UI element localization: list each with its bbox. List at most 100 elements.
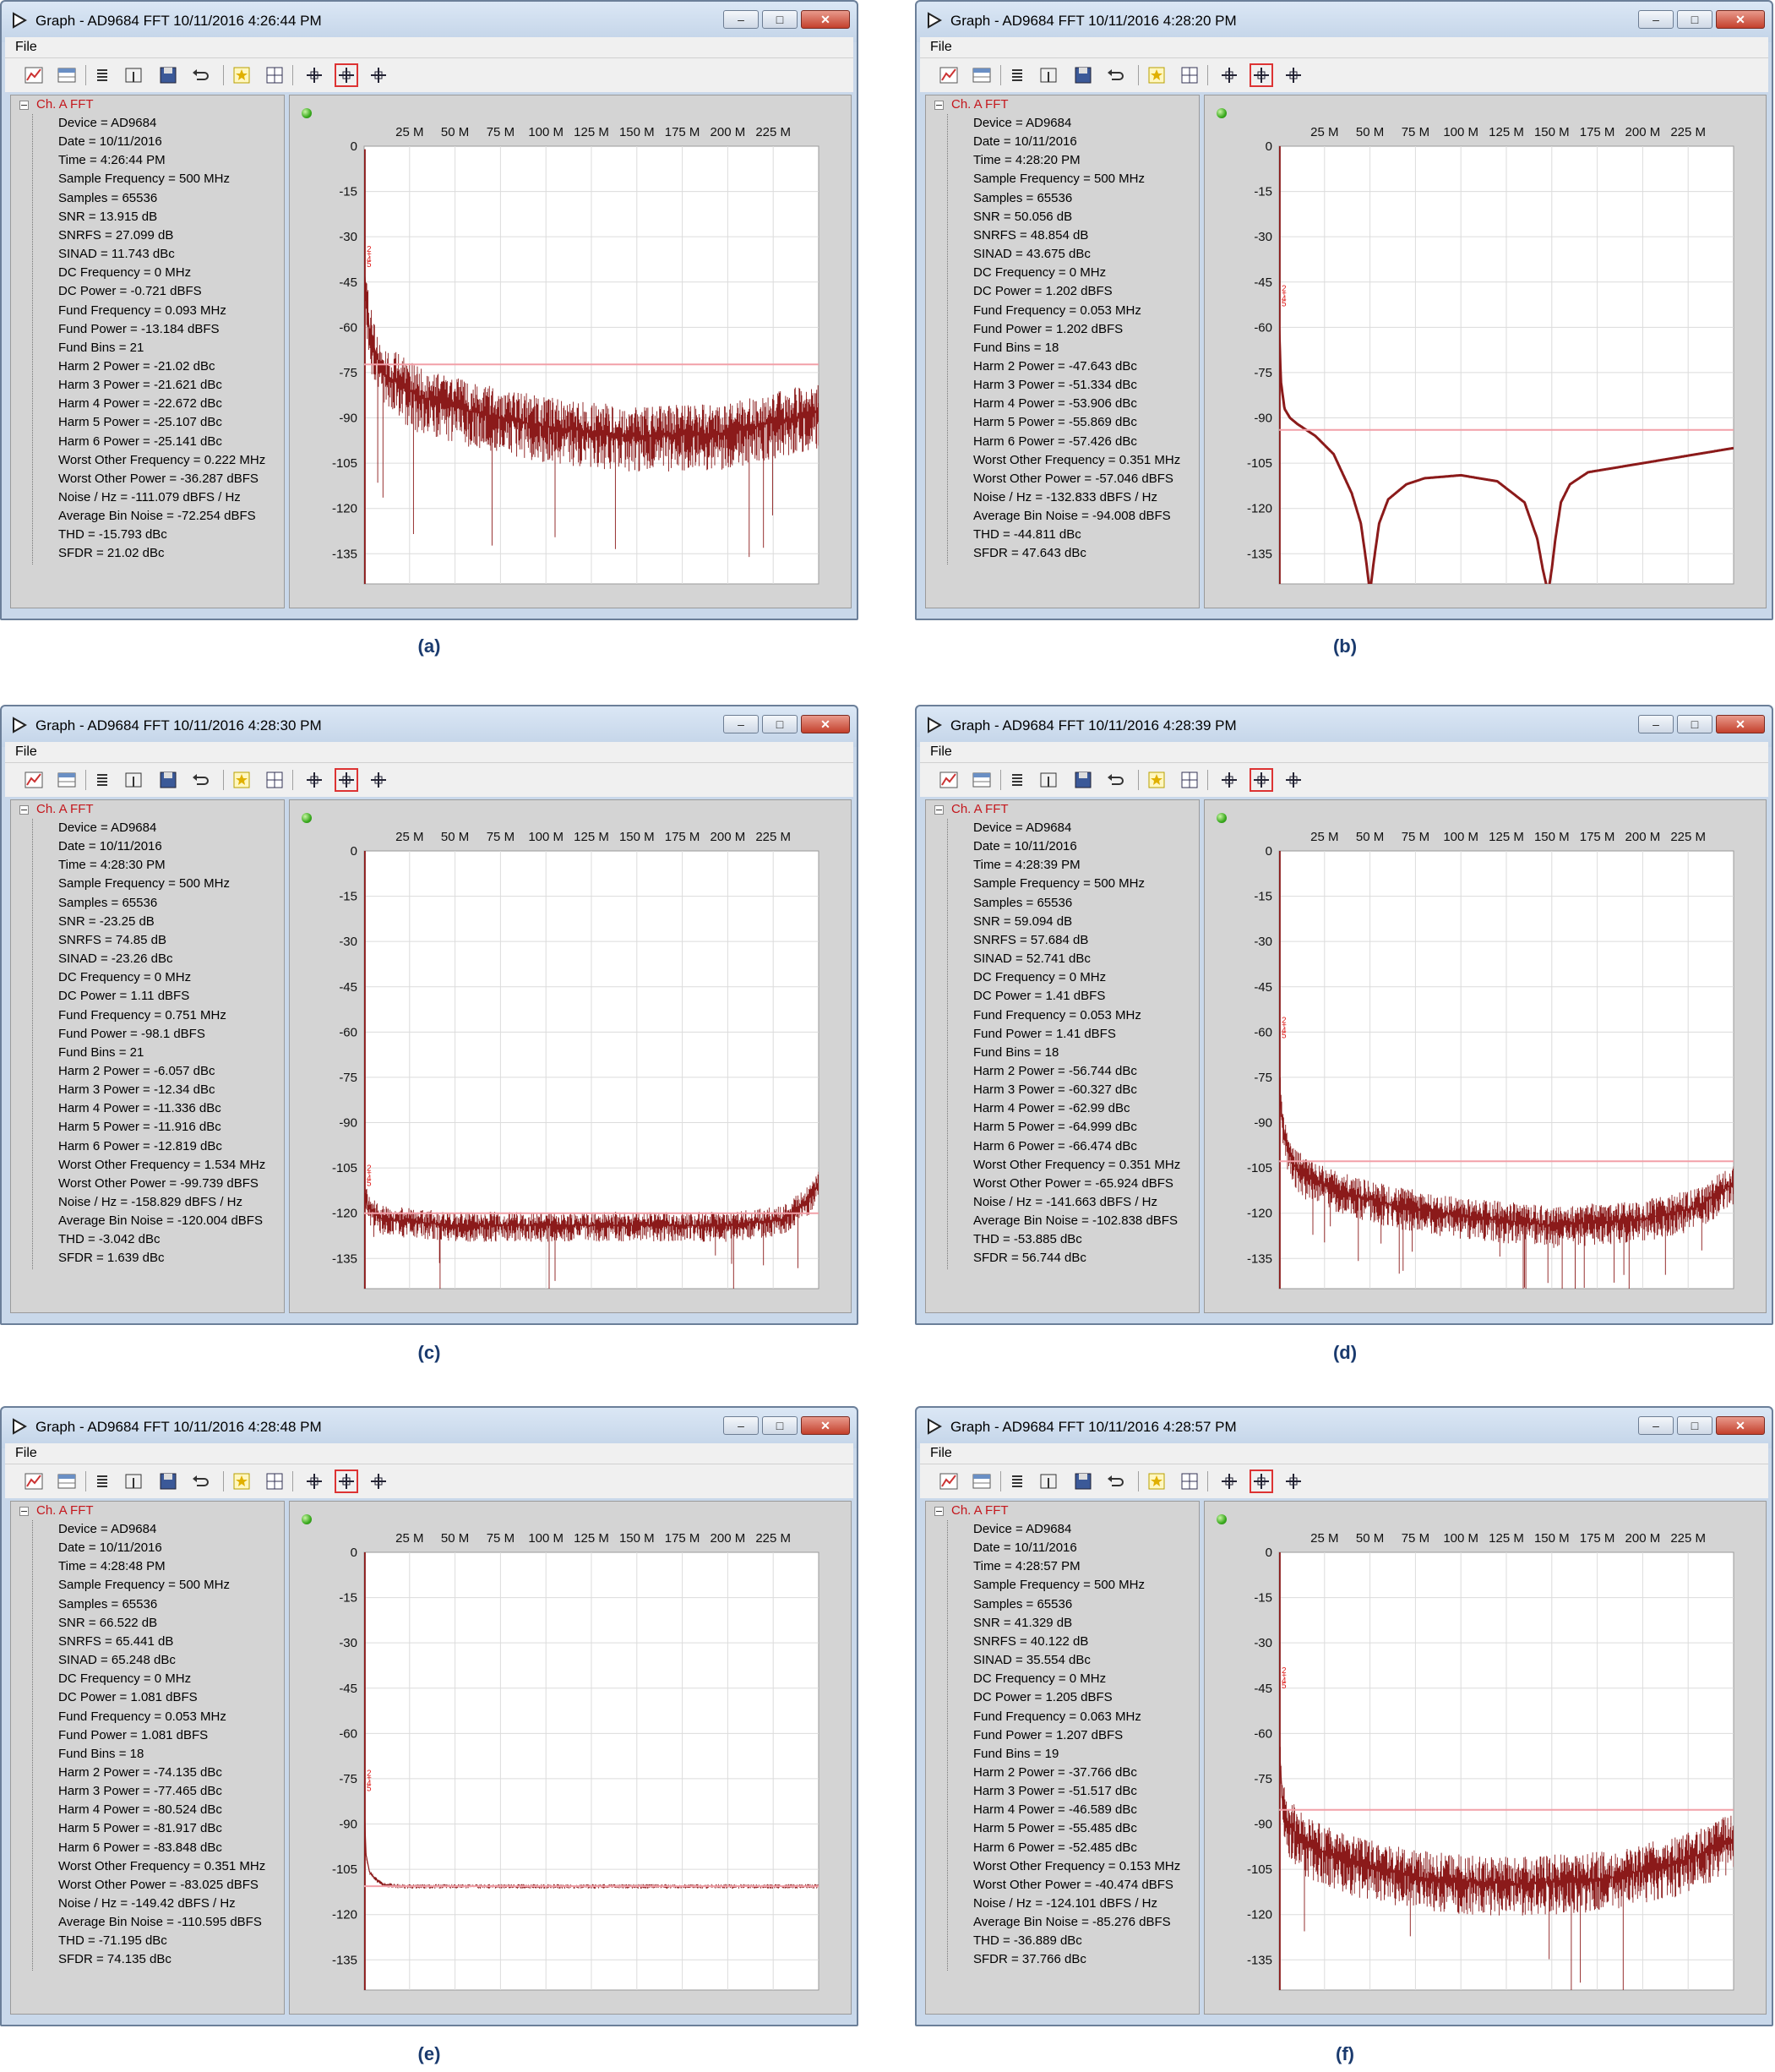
toolbar-zoom-x-button[interactable] [1250,63,1273,87]
toolbar-table-button[interactable] [972,65,992,85]
toolbar-zoom-x-button[interactable] [335,1469,358,1493]
maximize-button[interactable]: □ [1677,10,1712,29]
tree-collapse-toggle[interactable] [19,1507,29,1516]
channel-node[interactable]: Ch. A FFT [951,1503,1009,1518]
menu-file[interactable]: File [930,1446,952,1461]
title-bar[interactable]: Graph - AD9684 FFT 10/11/2016 4:28:39 PM… [917,706,1772,747]
toolbar-zoom-y-button[interactable] [368,65,389,85]
menu-file[interactable]: File [930,744,952,760]
title-bar[interactable]: Graph - AD9684 FFT 10/11/2016 4:26:44 PM… [2,2,857,42]
toolbar-cursor-button[interactable] [123,770,144,790]
minimize-button[interactable]: – [1638,715,1674,733]
close-button[interactable]: ✕ [1716,715,1765,733]
toolbar-zoom-fit-button[interactable] [1219,770,1239,790]
minimize-button[interactable]: – [1638,1416,1674,1435]
toolbar-cursor-button[interactable] [1038,65,1059,85]
tree-collapse-toggle[interactable] [934,805,944,815]
toolbar-cursor-button[interactable] [123,65,144,85]
maximize-button[interactable]: □ [762,1416,798,1435]
toolbar-undo-button[interactable] [1105,1471,1125,1491]
tree-collapse-toggle[interactable] [19,101,29,110]
toolbar-zoom-fit-button[interactable] [304,1471,324,1491]
title-bar[interactable]: Graph - AD9684 FFT 10/11/2016 4:28:30 PM… [2,706,857,747]
title-bar[interactable]: Graph - AD9684 FFT 10/11/2016 4:28:20 PM… [917,2,1772,42]
toolbar-table-button[interactable] [972,770,992,790]
toolbar-zoom-fit-button[interactable] [1219,65,1239,85]
toolbar-undo-button[interactable] [190,770,210,790]
close-button[interactable]: ✕ [1716,10,1765,29]
toolbar-zoom-y-button[interactable] [368,1471,389,1491]
toolbar-star-button[interactable] [231,1471,252,1491]
menu-file[interactable]: File [15,1446,37,1461]
toolbar-list-button[interactable] [92,770,112,790]
close-button[interactable]: ✕ [801,715,850,733]
channel-node[interactable]: Ch. A FFT [36,802,94,816]
toolbar-star-button[interactable] [1146,1471,1167,1491]
toolbar-save-button[interactable] [1073,770,1093,790]
minimize-button[interactable]: – [1638,10,1674,29]
toolbar-undo-button[interactable] [1105,770,1125,790]
minimize-button[interactable]: – [723,1416,759,1435]
toolbar-star-button[interactable] [1146,770,1167,790]
toolbar-undo-button[interactable] [190,1471,210,1491]
toolbar-zoom-y-button[interactable] [368,770,389,790]
toolbar-star-button[interactable] [1146,65,1167,85]
toolbar-save-button[interactable] [158,65,178,85]
toolbar-zoom-x-button[interactable] [1250,1469,1273,1493]
toolbar-undo-button[interactable] [190,65,210,85]
toolbar-table-button[interactable] [972,1471,992,1491]
toolbar-list-button[interactable] [92,1471,112,1491]
tree-collapse-toggle[interactable] [934,1507,944,1516]
toolbar-list-button[interactable] [1007,65,1027,85]
close-button[interactable]: ✕ [801,1416,850,1435]
toolbar-table-button[interactable] [57,770,77,790]
toolbar-grid-button[interactable] [1179,1471,1200,1491]
maximize-button[interactable]: □ [762,715,798,733]
toolbar-cursor-button[interactable] [123,1471,144,1491]
toolbar-cursor-button[interactable] [1038,770,1059,790]
toolbar-zoom-y-button[interactable] [1283,65,1304,85]
toolbar-list-button[interactable] [1007,1471,1027,1491]
close-button[interactable]: ✕ [801,10,850,29]
toolbar-add-graph-button[interactable] [24,1471,44,1491]
title-bar[interactable]: Graph - AD9684 FFT 10/11/2016 4:28:57 PM… [917,1408,1772,1448]
maximize-button[interactable]: □ [1677,715,1712,733]
toolbar-add-graph-button[interactable] [24,65,44,85]
maximize-button[interactable]: □ [1677,1416,1712,1435]
toolbar-add-graph-button[interactable] [939,1471,959,1491]
toolbar-zoom-fit-button[interactable] [304,65,324,85]
toolbar-save-button[interactable] [158,1471,178,1491]
toolbar-grid-button[interactable] [264,770,285,790]
tree-collapse-toggle[interactable] [934,101,944,110]
minimize-button[interactable]: – [723,10,759,29]
toolbar-add-graph-button[interactable] [939,770,959,790]
toolbar-save-button[interactable] [158,770,178,790]
toolbar-table-button[interactable] [57,65,77,85]
toolbar-zoom-y-button[interactable] [1283,770,1304,790]
toolbar-save-button[interactable] [1073,1471,1093,1491]
channel-node[interactable]: Ch. A FFT [951,802,1009,816]
menu-file[interactable]: File [15,40,37,55]
toolbar-add-graph-button[interactable] [939,65,959,85]
toolbar-list-button[interactable] [92,65,112,85]
close-button[interactable]: ✕ [1716,1416,1765,1435]
toolbar-add-graph-button[interactable] [24,770,44,790]
channel-node[interactable]: Ch. A FFT [36,1503,94,1518]
toolbar-list-button[interactable] [1007,770,1027,790]
toolbar-zoom-fit-button[interactable] [304,770,324,790]
toolbar-star-button[interactable] [231,65,252,85]
toolbar-undo-button[interactable] [1105,65,1125,85]
toolbar-grid-button[interactable] [1179,770,1200,790]
toolbar-zoom-fit-button[interactable] [1219,1471,1239,1491]
toolbar-zoom-y-button[interactable] [1283,1471,1304,1491]
menu-file[interactable]: File [930,40,952,55]
toolbar-cursor-button[interactable] [1038,1471,1059,1491]
channel-node[interactable]: Ch. A FFT [951,97,1009,112]
toolbar-zoom-x-button[interactable] [335,768,358,792]
toolbar-grid-button[interactable] [264,1471,285,1491]
toolbar-table-button[interactable] [57,1471,77,1491]
toolbar-grid-button[interactable] [1179,65,1200,85]
menu-file[interactable]: File [15,744,37,760]
toolbar-grid-button[interactable] [264,65,285,85]
toolbar-save-button[interactable] [1073,65,1093,85]
